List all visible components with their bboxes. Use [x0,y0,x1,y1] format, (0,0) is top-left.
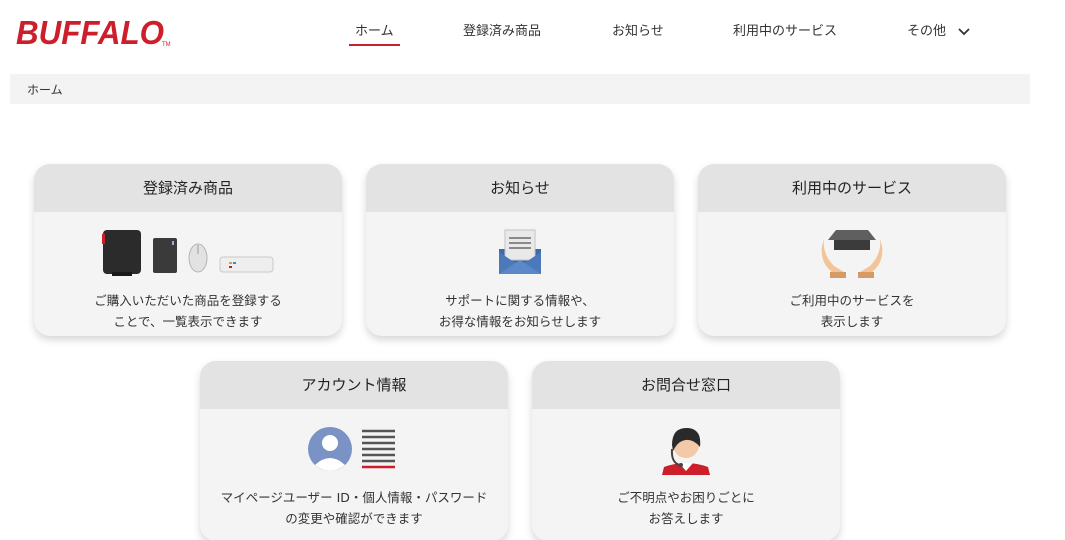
card-desc-line1: ご購入いただいた商品を登録する [94,293,282,308]
nav-services[interactable]: 利用中のサービス [733,20,837,39]
card-desc-line2: お得な情報をお知らせします [438,314,602,329]
user-profile-icon [200,421,508,481]
card-desc-line1: ご不明点やお困りごとに [617,490,755,505]
nav-other[interactable]: その他 [907,20,970,39]
card-desc-line1: サポートに関する情報や、 [445,293,595,308]
card-title: お知らせ [366,164,674,212]
card-desc-line1: ご利用中のサービスを [789,293,915,308]
card-title: 登録済み商品 [34,164,342,212]
card-description: マイページユーザー ID・個人情報・パスワード の変更や確認ができます [200,487,508,529]
card-services[interactable]: 利用中のサービス ご利用中のサービスを 表示します [698,164,1006,336]
card-registered-products[interactable]: 登録済み商品 ご購入いただいた商品を登録する ことで、一覧表示できます [34,164,342,336]
card-description: ご購入いただいた商品を登録する ことで、一覧表示できます [34,290,342,332]
card-title: お問合せ窓口 [532,361,840,409]
card-contact[interactable]: お問合せ窓口 ご不明点やお困りごとに お答えします [532,361,840,540]
products-icon [34,224,342,284]
breadcrumb-home[interactable]: ホーム [27,83,63,97]
card-desc-line2: 表示します [820,314,884,329]
nav-news[interactable]: お知らせ [612,20,664,39]
card-desc-line1: マイページユーザー ID・個人情報・パスワード [220,490,488,505]
card-news[interactable]: お知らせ サポートに関する情報や、 お得な情報をお知らせします [366,164,674,336]
card-account-info[interactable]: アカウント情報 マイページユーザー ID・個人情報・パスワード の変更や確認がで… [200,361,508,540]
header: BUFFALO TM ホーム 登録済み商品 お知らせ 利用中のサービス その他 [0,0,1065,62]
hands-box-icon [698,224,1006,284]
envelope-icon [366,224,674,284]
card-description: サポートに関する情報や、 お得な情報をお知らせします [366,290,674,332]
chevron-down-icon [958,27,970,35]
nav-registered-products[interactable]: 登録済み商品 [463,20,541,39]
main-nav: ホーム 登録済み商品 お知らせ 利用中のサービス その他 [0,0,1065,62]
nav-home[interactable]: ホーム [349,20,400,46]
card-desc-line2: の変更や確認ができます [285,511,423,526]
card-description: ご利用中のサービスを 表示します [698,290,1006,332]
card-title: アカウント情報 [200,361,508,409]
card-desc-line2: ことで、一覧表示できます [113,314,263,329]
card-desc-line2: お答えします [648,511,724,526]
breadcrumb: ホーム [10,74,1030,104]
operator-icon [532,421,840,481]
card-description: ご不明点やお困りごとに お答えします [532,487,840,529]
nav-other-label: その他 [907,24,947,39]
card-title: 利用中のサービス [698,164,1006,212]
